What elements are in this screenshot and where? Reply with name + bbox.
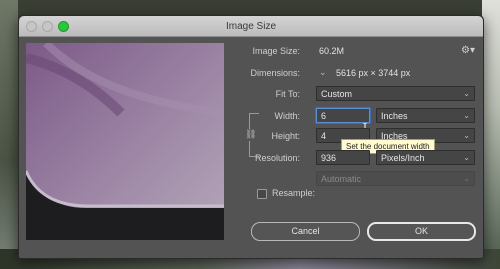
image-size-dialog: Image Size ⚙▾ Image Size: 60.2M Dimensio…: [18, 15, 484, 259]
resample-method-select: Automatic ⌄: [316, 171, 475, 186]
window-title: Image Size: [225, 21, 277, 32]
width-label: Width:: [274, 111, 300, 121]
resolution-label: Resolution:: [254, 153, 300, 163]
chevron-down-icon[interactable]: ⌄: [319, 67, 327, 78]
desktop-background-right: [482, 0, 500, 269]
chevron-down-icon: ⌄: [463, 174, 470, 183]
resample-checkbox[interactable]: [257, 189, 267, 199]
dimensions-label: Dimensions:: [250, 68, 300, 78]
image-size-value: 60.2M: [319, 46, 345, 56]
ok-button[interactable]: OK: [367, 222, 476, 241]
preview-image: [26, 43, 224, 240]
chevron-down-icon: ⌄: [463, 89, 470, 98]
title-bar: Image Size: [19, 16, 483, 37]
gear-icon[interactable]: ⚙▾: [461, 45, 477, 57]
resolution-unit-value: Pixels/Inch: [381, 153, 425, 163]
desktop-background-left: [0, 0, 18, 269]
resample-label: Resample:: [272, 188, 316, 198]
dimensions-value: 5616 px × 3744 px: [336, 68, 411, 78]
cancel-button[interactable]: Cancel: [251, 222, 360, 241]
chevron-down-icon: ⌄: [463, 153, 470, 162]
fit-to-value: Custom: [321, 89, 353, 99]
fit-to-label: Fit To:: [275, 89, 300, 99]
width-unit-select[interactable]: Inches ⌄: [376, 108, 475, 123]
image-size-label: Image Size:: [252, 46, 300, 56]
height-label: Height:: [271, 131, 300, 141]
width-unit-value: Inches: [381, 111, 408, 121]
resolution-unit-select[interactable]: Pixels/Inch ⌄: [376, 150, 475, 165]
width-input[interactable]: 6: [316, 108, 370, 123]
fit-to-select[interactable]: Custom ⌄: [316, 86, 475, 101]
chevron-down-icon: ⌄: [463, 111, 470, 120]
resample-method-value: Automatic: [321, 174, 362, 184]
resolution-input[interactable]: 936: [316, 150, 370, 165]
chevron-down-icon: ⌄: [463, 131, 470, 140]
image-preview[interactable]: [26, 43, 224, 240]
